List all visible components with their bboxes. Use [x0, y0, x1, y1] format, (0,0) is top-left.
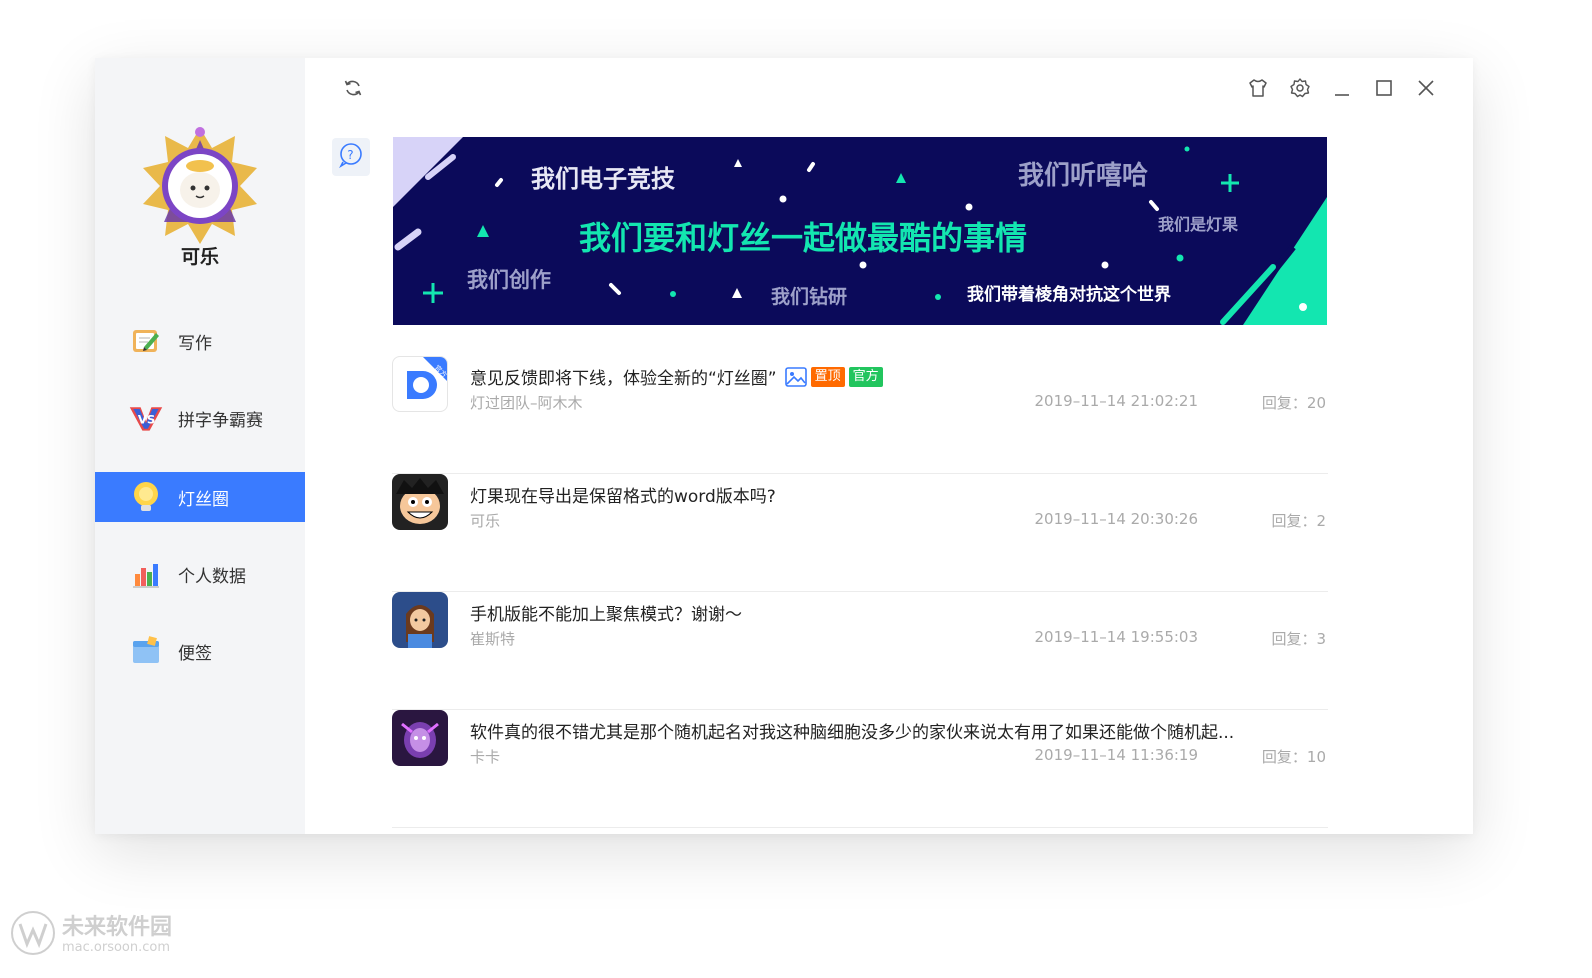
svg-text:?: ?: [347, 148, 353, 162]
help-icon: ?: [338, 142, 364, 172]
sidebar-item-label: 拼字争霸赛: [178, 410, 263, 431]
post-reply-count: 回复：3: [1271, 630, 1326, 648]
pinned-badge: 置顶: [810, 366, 845, 387]
avatar[interactable]: [140, 126, 260, 246]
watermark-logo-icon: [10, 910, 56, 960]
username: 可乐: [180, 246, 219, 268]
post-avatar: [392, 592, 448, 648]
post-author[interactable]: 卡卡: [470, 746, 500, 767]
post-avatar: 官方: [392, 356, 448, 412]
post-title[interactable]: 软件真的很不错尤其是那个随机起名对我这种脑细胞没多少的家伙来说太有用了如果还能做…: [470, 718, 1234, 743]
post-item[interactable]: 官方 意见反馈即将下线，体验全新的“灯丝圈” 置顶 官方 灯过团队–阿木木 20…: [392, 356, 1328, 474]
image-icon: [784, 366, 807, 387]
bulb-icon: [128, 479, 164, 515]
post-avatar: [392, 474, 448, 530]
post-title[interactable]: 手机版能不能加上聚焦模式？谢谢～: [470, 600, 742, 625]
sidebar-item-dengsiquan[interactable]: 灯丝圈: [95, 472, 305, 522]
banner-phrase: 我们带着棱角对抗这个世界: [967, 285, 1171, 305]
banner-phrase: 我们创作: [467, 268, 551, 292]
note-icon: [128, 633, 164, 669]
post-author[interactable]: 崔斯特: [470, 628, 515, 649]
titlebar: [305, 58, 1473, 118]
maximize-icon[interactable]: [1372, 76, 1396, 100]
post-title[interactable]: 灯果现在导出是保留格式的word版本吗?: [470, 482, 776, 507]
sidebar-item-notes[interactable]: 便签: [95, 626, 305, 676]
post-item[interactable]: 软件真的很不错尤其是那个随机起名对我这种脑细胞没多少的家伙来说太有用了如果还能做…: [392, 710, 1328, 828]
banner-phrase: 我们钻研: [771, 286, 848, 308]
stats-icon: [128, 556, 164, 592]
banner-phrase: 我们是灯果: [1158, 215, 1239, 234]
sidebar-item-vs[interactable]: VS 拼字争霸赛: [95, 393, 305, 443]
post-item[interactable]: 手机版能不能加上聚焦模式？谢谢～ 崔斯特 2019–11–14 19:55:03…: [392, 592, 1328, 710]
post-date: 2019–11–14 21:02:21: [1034, 392, 1198, 410]
post-title[interactable]: 意见反馈即将下线，体验全新的“灯丝圈” 置顶 官方: [470, 364, 883, 389]
sidebar-item-writing[interactable]: 写作: [95, 316, 305, 366]
banner-phrase: 我们听嘻哈: [1018, 161, 1149, 191]
sidebar-item-personal-data[interactable]: 个人数据: [95, 549, 305, 599]
post-author[interactable]: 可乐: [470, 510, 500, 531]
post-item[interactable]: 灯果现在导出是保留格式的word版本吗? 可乐 2019–11–14 20:30…: [392, 474, 1328, 592]
promo-banner[interactable]: 我们电子竞技 我们听嘻哈 我们是灯果 我们要和灯丝一起做最酷的事情 我们创作 我…: [393, 137, 1327, 325]
watermark: 未来软件园 mac.orsoon.com: [10, 910, 172, 960]
svg-text:VS: VS: [138, 412, 155, 426]
refresh-icon[interactable]: [341, 76, 365, 100]
post-reply-count: 回复：2: [1271, 512, 1326, 530]
post-reply-count: 回复：20: [1261, 394, 1326, 412]
post-reply-count: 回复：10: [1261, 748, 1326, 766]
post-date: 2019–11–14 19:55:03: [1034, 628, 1198, 646]
app-window: 可乐 写作 VS 拼字争霸赛 灯丝圈 个人数据 便签 ? 我们电子竞技 我们听嘻…: [95, 58, 1473, 834]
post-date: 2019–11–14 20:30:26: [1034, 510, 1198, 528]
watermark-title: 未来软件园: [62, 914, 173, 940]
gear-icon[interactable]: [1288, 76, 1312, 100]
help-button[interactable]: ?: [332, 138, 370, 176]
close-icon[interactable]: [1414, 76, 1438, 100]
sidebar-item-label: 便签: [178, 643, 212, 664]
main-panel: ? 我们电子竞技 我们听嘻哈 我们是灯果 我们要和灯丝一起做最酷的事情 我们创作…: [305, 58, 1473, 834]
banner-phrase: 我们电子竞技: [531, 165, 675, 193]
watermark-url: mac.orsoon.com: [62, 939, 171, 955]
vs-icon: VS: [128, 400, 164, 436]
banner-headline: 我们要和灯丝一起做最酷的事情: [579, 219, 1028, 257]
sidebar: 可乐 写作 VS 拼字争霸赛 灯丝圈 个人数据 便签: [95, 58, 305, 834]
post-date: 2019–11–14 11:36:19: [1034, 746, 1198, 764]
post-avatar: [392, 710, 448, 766]
writing-icon: [128, 323, 164, 359]
sidebar-item-label: 写作: [178, 333, 212, 354]
sidebar-item-label: 个人数据: [178, 566, 246, 587]
minimize-icon[interactable]: [1330, 76, 1354, 100]
post-author[interactable]: 灯过团队–阿木木: [470, 392, 583, 413]
official-badge: 官方: [848, 366, 883, 387]
skin-shirt-icon[interactable]: [1246, 76, 1270, 100]
sidebar-item-label: 灯丝圈: [178, 489, 229, 510]
